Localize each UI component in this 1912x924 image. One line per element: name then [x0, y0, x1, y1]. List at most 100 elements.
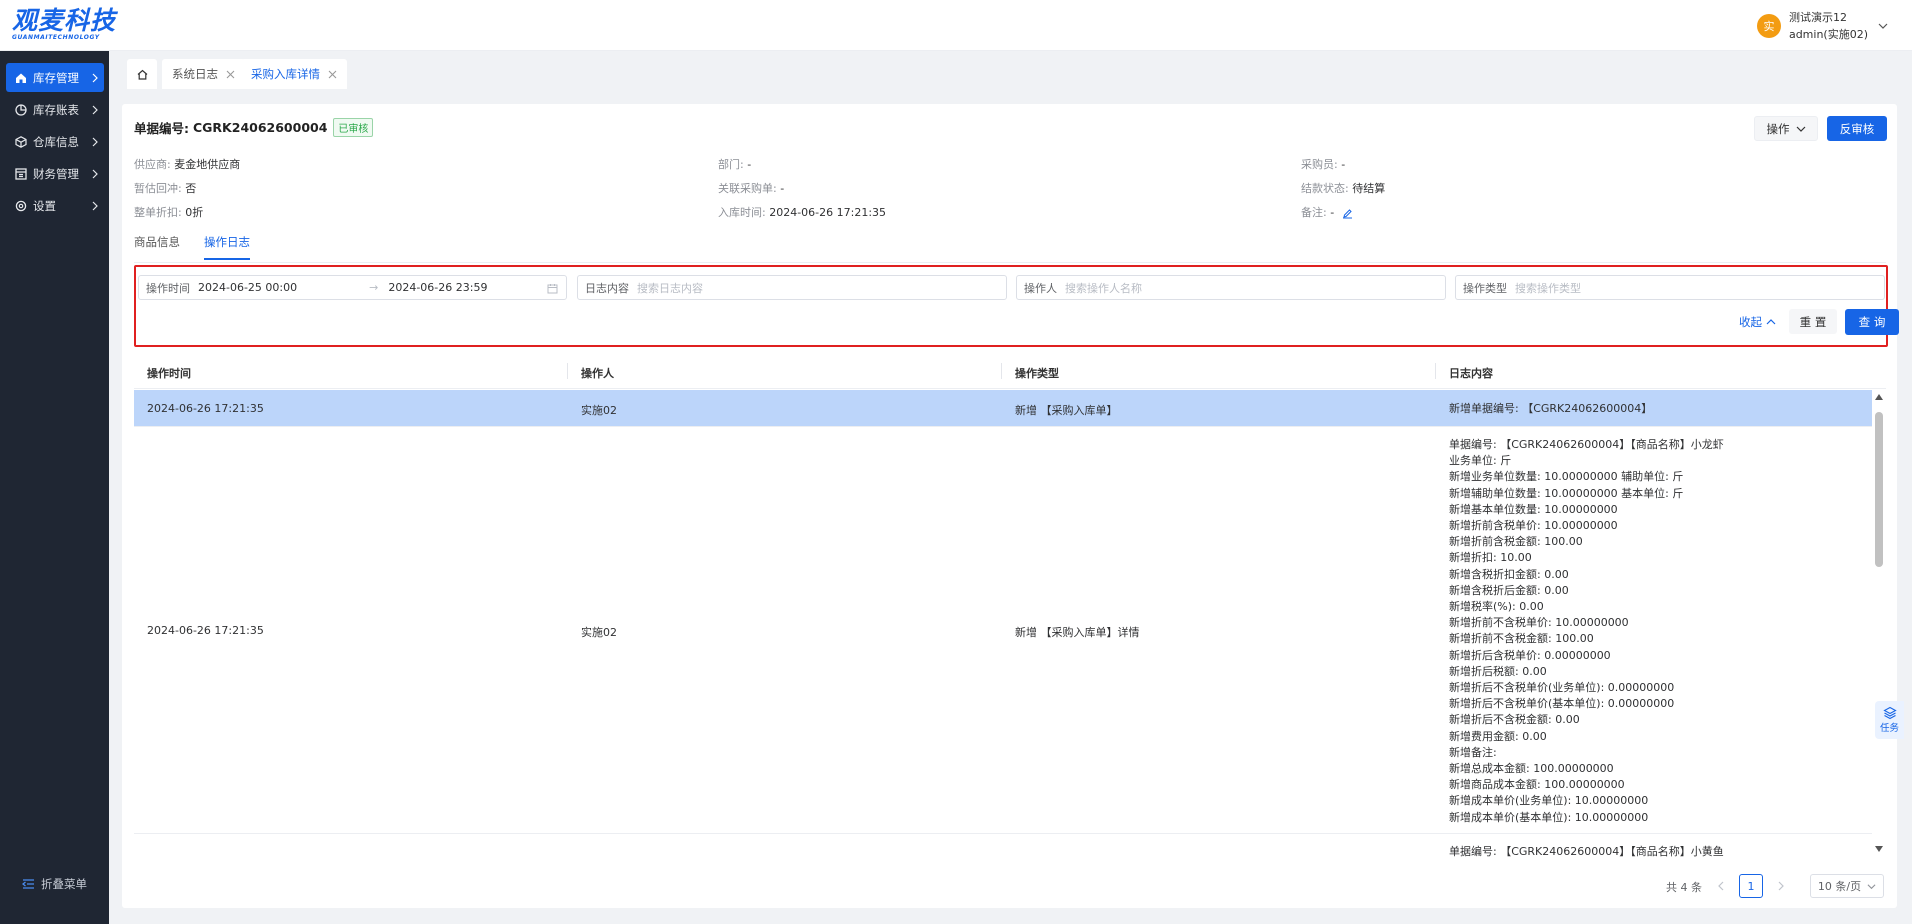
pagination-page-1[interactable]: 1 — [1739, 874, 1763, 898]
tab-purchase-inbound-detail[interactable]: 采购入库详情 — [241, 59, 347, 89]
sidebar-item-warehouse-info[interactable]: 仓库信息 — [6, 127, 104, 156]
chevron-down-icon — [1796, 126, 1805, 132]
input-placeholder: 搜索操作人名称 — [1065, 281, 1142, 295]
tab-product-info[interactable]: 商品信息 — [134, 234, 180, 258]
operator-search-input[interactable]: 操作人 搜索操作人名称 — [1016, 275, 1446, 300]
table-row[interactable]: 2024-06-26 17:21:35 实施02 新增 【采购入库单】详情 单据… — [134, 428, 1872, 834]
table-row[interactable]: 2024-06-26 17:21:35 实施02 新增 【采购入库单】 新增单据… — [134, 390, 1872, 427]
subtab-divider — [134, 262, 1886, 263]
log-line: 新增辅助单位数量: 10.00000000 基本单位: 斤 — [1449, 486, 1684, 500]
menu-fold-icon — [22, 879, 34, 889]
log-line: 新增基本单位数量: 10.00000000 — [1449, 502, 1618, 516]
reset-button[interactable]: 重 置 — [1789, 309, 1837, 334]
avatar[interactable]: 实 — [1756, 14, 1781, 38]
operation-log-table: 操作时间 操作人 操作类型 日志内容 2024-06-26 17:21:35 实… — [134, 354, 1886, 858]
sidebar-item-finance[interactable]: 财务管理 — [6, 159, 104, 188]
field-label: 入库时间: — [718, 206, 766, 219]
log-line: 新增成本单价(业务单位): 10.00000000 — [1449, 794, 1649, 808]
log-line: 新增业务单位数量: 10.00000000 辅助单位: 斤 — [1449, 470, 1684, 484]
close-icon[interactable] — [328, 70, 337, 79]
user-menu[interactable]: 实 测试演示12 admin(实施02) — [1756, 9, 1888, 43]
filter-label: 操作时间 — [146, 281, 190, 295]
field-department: 部门: - — [718, 156, 751, 172]
input-placeholder: 搜索操作类型 — [1515, 281, 1581, 295]
page-size-select[interactable]: 10 条/页 — [1810, 874, 1884, 898]
sidebar-item-inventory-management[interactable]: 库存管理 — [6, 63, 104, 92]
collapse-menu-button[interactable]: 折叠菜单 — [22, 876, 87, 892]
log-line: 新增折后税额: 0.00 — [1449, 664, 1547, 678]
field-offset: 暂估回冲: 否 — [134, 180, 196, 196]
field-remark: 备注: - — [1301, 204, 1353, 220]
sidebar-item-label: 库存管理 — [33, 70, 79, 85]
chevron-right-icon — [92, 73, 98, 82]
operation-type-search-input[interactable]: 操作类型 搜索操作类型 — [1455, 275, 1885, 300]
field-settle-status: 结款状态: 待结算 — [1301, 180, 1385, 196]
operate-label: 操作 — [1766, 121, 1790, 136]
tab-operation-log[interactable]: 操作日志 — [204, 234, 250, 260]
document-number-label: 单据编号: — [134, 121, 189, 136]
query-button[interactable]: 查 询 — [1845, 309, 1899, 335]
ledger-icon — [15, 167, 27, 180]
status-badge: 已审核 — [333, 118, 374, 137]
field-label: 结款状态: — [1301, 182, 1349, 195]
column-header-operator: 操作人 — [581, 367, 614, 380]
field-value: - — [1330, 206, 1335, 219]
field-label: 关联采购单: — [718, 182, 777, 195]
field-value: 待结算 — [1352, 182, 1386, 195]
end-date-input[interactable]: 2024-06-26 23:59 — [388, 281, 487, 294]
chevron-left-icon[interactable] — [1714, 877, 1728, 895]
start-date-input[interactable]: 2024-06-25 00:00 — [198, 281, 297, 294]
user-account: admin(实施02) — [1788, 28, 1868, 41]
tab-home[interactable] — [127, 59, 157, 89]
cell-log: 单据编号: 【CGRK24062600004】【商品名称】小黄鱼 — [1449, 845, 1724, 858]
task-float-button[interactable]: 任务 — [1875, 701, 1904, 739]
chevron-right-icon[interactable] — [1774, 877, 1788, 895]
calendar-icon — [547, 284, 558, 294]
field-supplier: 供应商: 麦金地供应商 — [134, 156, 240, 172]
log-line: 新增费用金额: 0.00 — [1449, 729, 1547, 743]
layers-icon — [1882, 706, 1897, 720]
collapse-filter-link[interactable]: 收起 — [1739, 309, 1776, 334]
detail-panel: 单据编号: CGRK24062600004 已审核 操作 反审核 供应商: 麦金… — [122, 104, 1899, 908]
user-name: 测试演示12 — [1788, 11, 1847, 24]
field-label: 采购员: — [1301, 158, 1338, 171]
filter-area: 操作时间 2024-06-25 00:00 → 2024-06-26 23:59… — [134, 265, 1899, 347]
sidebar-item-label: 库存账表 — [33, 102, 79, 117]
scroll-down-icon[interactable] — [1875, 846, 1883, 852]
sidebar-item-settings[interactable]: 设置 — [6, 191, 104, 220]
table-row[interactable]: 单据编号: 【CGRK24062600004】【商品名称】小黄鱼 — [134, 835, 1872, 858]
sidebar-item-inventory-ledger[interactable]: 库存账表 — [6, 95, 104, 124]
page-tabs: 系统日志 采购入库详情 — [109, 51, 1912, 91]
log-content-search-input[interactable]: 日志内容 搜索日志内容 — [577, 275, 1007, 300]
operation-time-range-picker[interactable]: 操作时间 2024-06-25 00:00 → 2024-06-26 23:59 — [138, 275, 567, 300]
log-line: 新增折前不含税单价: 10.00000000 — [1449, 616, 1629, 630]
cell-operator: 实施02 — [581, 626, 617, 639]
brand-tagline: GUANMAITECHNOLOGY — [12, 34, 100, 41]
reverse-audit-button[interactable]: 反审核 — [1827, 116, 1887, 141]
log-line: 新增含税折扣金额: 0.00 — [1449, 567, 1569, 581]
field-label: 整单折扣: — [134, 206, 182, 219]
brand-logo[interactable]: 观麦科技 GUANMAITECHNOLOGY — [12, 8, 116, 42]
tab-system-log[interactable]: 系统日志 — [162, 59, 245, 89]
chevron-down-icon[interactable] — [1878, 21, 1888, 31]
cell-log: 新增单据编号: 【CGRK24062600004】 — [1449, 402, 1653, 415]
log-line: 新增折后不含税单价(业务单位): 0.00000000 — [1449, 681, 1675, 695]
cell-operator: 实施02 — [581, 404, 617, 417]
brand-name: 观麦科技 — [12, 6, 117, 35]
close-icon[interactable] — [226, 70, 235, 79]
operate-dropdown-button[interactable]: 操作 — [1754, 116, 1818, 141]
edit-icon[interactable] — [1342, 208, 1353, 219]
table-scrollbar[interactable] — [1872, 390, 1886, 858]
log-line: 新增成本单价(基本单位): 10.00000000 — [1449, 810, 1649, 824]
filter-label: 操作人 — [1024, 281, 1057, 295]
scroll-up-icon[interactable] — [1875, 394, 1883, 400]
page-size-value: 10 条/页 — [1817, 880, 1862, 893]
log-line: 新增折后不含税金额: 0.00 — [1449, 713, 1580, 727]
chevron-right-icon — [92, 169, 98, 178]
log-line: 新增折后含税单价: 0.00000000 — [1449, 648, 1611, 662]
cell-time: 2024-06-26 17:21:35 — [147, 624, 264, 637]
scrollbar-thumb[interactable] — [1875, 412, 1883, 567]
collapse-filter-label: 收起 — [1739, 314, 1762, 329]
cell-log: 单据编号: 【CGRK24062600004】【商品名称】小龙虾 业务单位: 斤… — [1449, 437, 1724, 826]
task-label: 任务 — [1879, 723, 1899, 734]
